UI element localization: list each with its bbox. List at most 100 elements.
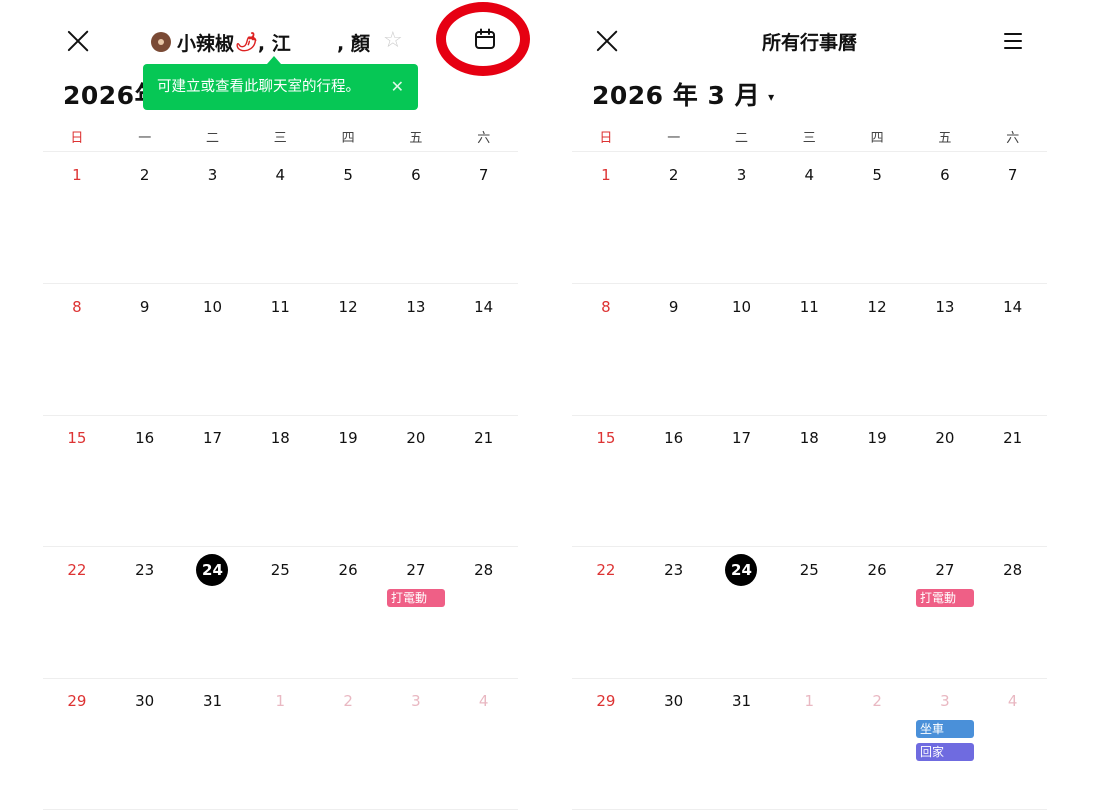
day-cell[interactable]: 26 [843,561,911,579]
day-cell[interactable]: 29 [43,692,111,710]
day-cell[interactable]: 15 [43,429,111,447]
day-cell[interactable]: 4 [775,166,843,184]
day-cell[interactable]: 2 [111,166,179,184]
day-cell[interactable]: 31 [708,692,776,710]
day-cell[interactable]: 12 [314,298,382,316]
day-cell[interactable]: 3 [382,692,450,710]
day-cell[interactable]: 8 [43,298,111,316]
day-cell[interactable]: 14 [450,298,518,316]
day-cell[interactable]: 2 [843,692,911,710]
event-chip[interactable]: 回家 [916,743,974,761]
day-cell[interactable]: 18 [775,429,843,447]
day-cell[interactable]: 4 [246,166,314,184]
day-cell[interactable]: 25 [246,561,314,579]
day-cell[interactable]: 29 [572,692,640,710]
event-chip[interactable]: 打電動 [916,588,974,607]
day-cell[interactable]: 7 [450,166,518,184]
day-cell[interactable]: 5 [843,166,911,184]
day-cell[interactable]: 28 [450,561,518,579]
week-row: 29 30 31 1 2 3 4 [43,678,518,810]
day-cell[interactable]: 23 [640,561,708,579]
day-cell[interactable]: 1 [246,692,314,710]
day-cell[interactable]: 6 [911,166,979,184]
day-cell[interactable]: 17 [708,429,776,447]
day-cell[interactable]: 28 [979,561,1047,579]
day-cell[interactable]: 22 [572,561,640,579]
day-number: 9 [668,297,679,316]
event-chip[interactable]: 坐車 [916,720,974,738]
all-calendars-header: 所有行事曆 [572,0,1047,80]
day-number: 2 [343,692,353,710]
day-cell[interactable]: 1 [775,692,843,710]
day-cell-today[interactable]: 24 [708,553,776,586]
day-cell[interactable]: 6 [382,166,450,184]
day-cell[interactable]: 27 [911,561,979,579]
day-cell[interactable]: 31 [179,692,247,710]
day-cell[interactable]: 10 [179,298,247,316]
day-cell[interactable]: 14 [979,298,1047,316]
day-cell[interactable]: 13 [911,298,979,316]
day-cell[interactable]: 25 [775,561,843,579]
tooltip-close-icon[interactable]: ✕ [391,64,404,110]
day-cell[interactable]: 30 [640,692,708,710]
all-calendars-panel: 所有行事曆 2026 年 3 月 ▾ 日一二三四五六 1 2 3 4 5 6 7 8 9 10 11 1… [572,0,1047,810]
day-cell[interactable]: 15 [572,429,640,447]
menu-icon[interactable] [1004,31,1022,51]
day-cell[interactable]: 17 [179,429,247,447]
week-row: 15 16 17 18 19 20 21 [43,415,518,547]
day-number: 27 [406,560,426,579]
event-chip[interactable]: 打電動 [387,588,445,607]
day-cell[interactable]: 2 [314,692,382,710]
star-icon[interactable]: ☆ [383,29,403,53]
dropdown-caret-icon[interactable]: ▾ [768,90,775,104]
day-number: 4 [1007,692,1018,710]
day-cell[interactable]: 11 [246,298,314,316]
day-cell[interactable]: 19 [843,429,911,447]
month-selector[interactable]: 2026 年 3 月 ▾ [592,76,775,112]
day-cell[interactable]: 12 [843,298,911,316]
day-cell[interactable]: 4 [450,692,518,710]
day-cell[interactable]: 26 [314,561,382,579]
day-cell[interactable]: 3 [708,166,776,184]
day-cell[interactable]: 16 [640,429,708,447]
day-number: 19 [867,429,887,447]
day-cell[interactable]: 9 [111,298,179,316]
day-cell[interactable]: 16 [111,429,179,447]
close-button[interactable] [65,28,91,54]
day-number: 30 [135,692,155,710]
day-cell[interactable]: 11 [775,298,843,316]
day-cell[interactable]: 4 [979,692,1047,710]
week-row: 29 30 31 1 2 3 4 坐車回家 [572,678,1047,810]
day-cell[interactable]: 18 [246,429,314,447]
day-cell[interactable]: 20 [382,429,450,447]
day-cell[interactable]: 1 [43,166,111,184]
day-cell[interactable]: 21 [979,429,1047,447]
day-cell[interactable]: 9 [640,298,708,316]
day-cell[interactable]: 21 [450,429,518,447]
day-number: 11 [799,297,819,316]
day-cell[interactable]: 23 [111,561,179,579]
week-row: 1 2 3 4 5 6 7 [572,152,1047,284]
day-cell[interactable]: 1 [572,166,640,184]
day-cell[interactable]: 10 [708,298,776,316]
calendar-button[interactable] [436,2,530,76]
day-cell[interactable]: 3 [179,166,247,184]
weekday-label: 五 [938,131,952,146]
week-row: 22 23 24 25 26 27 28 打電動 [43,547,518,679]
weekday-label: 一 [138,131,152,146]
day-cell[interactable]: 7 [979,166,1047,184]
day-cell[interactable]: 8 [572,298,640,316]
day-cell[interactable]: 30 [111,692,179,710]
day-cell[interactable]: 20 [911,429,979,447]
day-cell[interactable]: 22 [43,561,111,579]
chat-calendar-panel: 小辣椒 🌶 , 江 , 顏 ☆ 2026年 可建立或查看此聊天室的行程。 ✕ 日… [43,0,530,810]
day-cell[interactable]: 27 [382,561,450,579]
day-number: 19 [338,429,358,447]
day-cell[interactable]: 19 [314,429,382,447]
day-cell-today[interactable]: 24 [179,553,247,586]
day-cell[interactable]: 2 [640,166,708,184]
day-cell[interactable]: 5 [314,166,382,184]
day-cell[interactable]: 13 [382,298,450,316]
day-cell[interactable]: 3 [911,692,979,710]
weekday-header: 日一二三四五六 [43,127,518,152]
